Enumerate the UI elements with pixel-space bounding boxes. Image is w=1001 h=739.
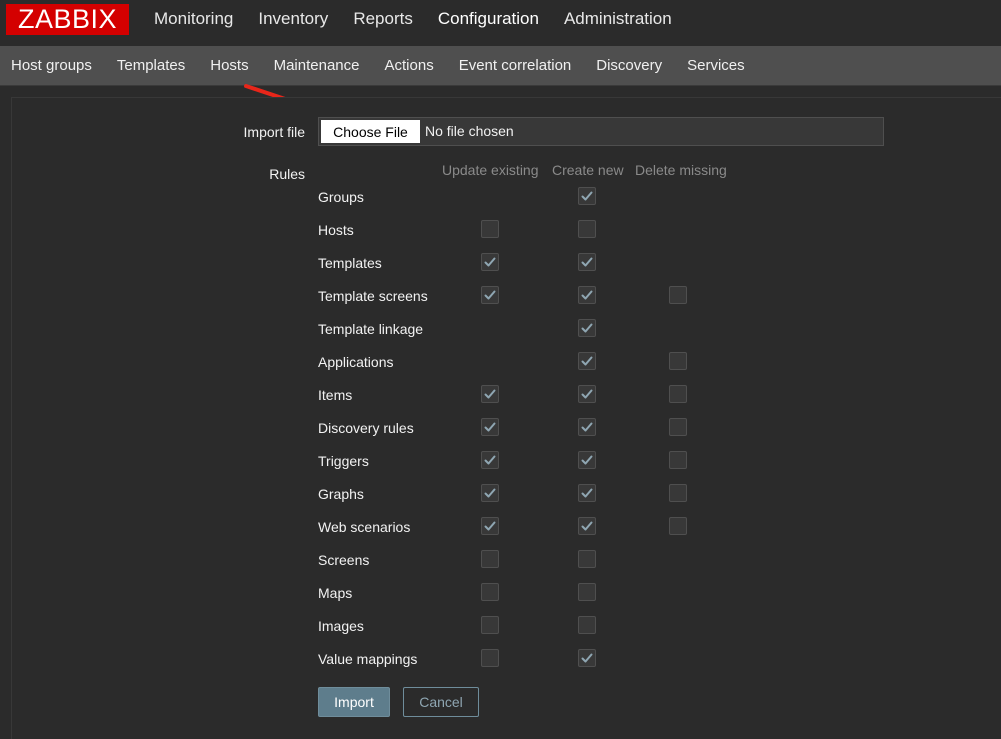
- menu-monitoring[interactable]: Monitoring: [154, 0, 233, 40]
- menu-reports[interactable]: Reports: [353, 0, 413, 40]
- update-checkbox-graphs[interactable]: [481, 484, 499, 502]
- update-checkbox-items[interactable]: [481, 385, 499, 403]
- submenu-event-correlation[interactable]: Event correlation: [459, 46, 572, 85]
- menu-administration[interactable]: Administration: [564, 0, 672, 40]
- check-icon: [581, 356, 593, 366]
- create-checkbox-maps[interactable]: [578, 583, 596, 601]
- create-checkbox-groups[interactable]: [578, 187, 596, 205]
- rule-name-template-screens: Template screens: [318, 288, 428, 304]
- column-create-new: Create new: [552, 162, 624, 178]
- submenu-templates[interactable]: Templates: [117, 46, 185, 85]
- delete-checkbox-graphs[interactable]: [669, 484, 687, 502]
- check-icon: [581, 389, 593, 399]
- update-checkbox-triggers[interactable]: [481, 451, 499, 469]
- delete-checkbox-triggers[interactable]: [669, 451, 687, 469]
- rule-name-value-mappings: Value mappings: [318, 651, 418, 667]
- rule-name-applications: Applications: [318, 354, 394, 370]
- zabbix-logo[interactable]: ZABBIX: [6, 4, 129, 35]
- create-checkbox-discovery-rules[interactable]: [578, 418, 596, 436]
- create-checkbox-template-linkage[interactable]: [578, 319, 596, 337]
- delete-checkbox-web-scenarios[interactable]: [669, 517, 687, 535]
- rule-name-template-linkage: Template linkage: [318, 321, 424, 337]
- cancel-button[interactable]: Cancel: [403, 687, 479, 717]
- check-icon: [484, 422, 496, 432]
- rule-name-graphs: Graphs: [318, 486, 364, 502]
- submenu-services[interactable]: Services: [687, 46, 745, 85]
- delete-checkbox-template-screens[interactable]: [669, 286, 687, 304]
- create-checkbox-graphs[interactable]: [578, 484, 596, 502]
- create-checkbox-web-scenarios[interactable]: [578, 517, 596, 535]
- create-checkbox-items[interactable]: [578, 385, 596, 403]
- check-icon: [484, 290, 496, 300]
- create-checkbox-hosts[interactable]: [578, 220, 596, 238]
- main-menu: Monitoring Inventory Reports Configurati…: [154, 0, 697, 40]
- column-delete-missing: Delete missing: [635, 162, 727, 178]
- delete-checkbox-applications[interactable]: [669, 352, 687, 370]
- rule-name-web-scenarios: Web scenarios: [318, 519, 411, 535]
- configuration-submenu: Host groups Templates Hosts Maintenance …: [11, 46, 770, 85]
- delete-checkbox-items[interactable]: [669, 385, 687, 403]
- import-file-input[interactable]: Choose File No file chosen: [318, 117, 884, 146]
- import-form-panel: [11, 97, 1001, 739]
- create-checkbox-images[interactable]: [578, 616, 596, 634]
- choose-file-button[interactable]: Choose File: [321, 120, 420, 143]
- check-icon: [581, 422, 593, 432]
- update-checkbox-template-screens[interactable]: [481, 286, 499, 304]
- rule-name-maps: Maps: [318, 585, 353, 601]
- check-icon: [484, 488, 496, 498]
- rule-name-hosts: Hosts: [318, 222, 354, 238]
- import-file-label: Import file: [243, 124, 305, 140]
- check-icon: [484, 389, 496, 399]
- create-checkbox-applications[interactable]: [578, 352, 596, 370]
- top-navigation-bar: ZABBIX Monitoring Inventory Reports Conf…: [0, 0, 1001, 46]
- check-icon: [581, 488, 593, 498]
- create-checkbox-triggers[interactable]: [578, 451, 596, 469]
- rule-name-screens: Screens: [318, 552, 370, 568]
- sub-navigation-bar: Host groups Templates Hosts Maintenance …: [0, 46, 1001, 86]
- check-icon: [581, 653, 593, 663]
- column-update-existing: Update existing: [442, 162, 539, 178]
- file-status-text: No file chosen: [425, 123, 514, 139]
- import-button[interactable]: Import: [318, 687, 390, 717]
- update-checkbox-discovery-rules[interactable]: [481, 418, 499, 436]
- create-checkbox-value-mappings[interactable]: [578, 649, 596, 667]
- update-checkbox-value-mappings[interactable]: [481, 649, 499, 667]
- delete-checkbox-discovery-rules[interactable]: [669, 418, 687, 436]
- update-checkbox-maps[interactable]: [481, 583, 499, 601]
- update-checkbox-hosts[interactable]: [481, 220, 499, 238]
- update-checkbox-screens[interactable]: [481, 550, 499, 568]
- create-checkbox-templates[interactable]: [578, 253, 596, 271]
- check-icon: [581, 455, 593, 465]
- check-icon: [581, 521, 593, 531]
- rule-name-discovery-rules: Discovery rules: [318, 420, 414, 436]
- check-icon: [581, 257, 593, 267]
- check-icon: [484, 455, 496, 465]
- check-icon: [581, 323, 593, 333]
- rule-name-templates: Templates: [318, 255, 382, 271]
- create-checkbox-template-screens[interactable]: [578, 286, 596, 304]
- menu-inventory[interactable]: Inventory: [258, 0, 328, 40]
- rule-name-triggers: Triggers: [318, 453, 369, 469]
- submenu-discovery[interactable]: Discovery: [596, 46, 662, 85]
- submenu-actions[interactable]: Actions: [385, 46, 434, 85]
- update-checkbox-web-scenarios[interactable]: [481, 517, 499, 535]
- submenu-host-groups[interactable]: Host groups: [11, 46, 92, 85]
- rule-name-groups: Groups: [318, 189, 364, 205]
- rule-name-images: Images: [318, 618, 364, 634]
- check-icon: [484, 257, 496, 267]
- rule-name-items: Items: [318, 387, 353, 403]
- menu-configuration[interactable]: Configuration: [438, 0, 539, 40]
- update-checkbox-images[interactable]: [481, 616, 499, 634]
- create-checkbox-screens[interactable]: [578, 550, 596, 568]
- update-checkbox-templates[interactable]: [481, 253, 499, 271]
- check-icon: [484, 521, 496, 531]
- check-icon: [581, 191, 593, 201]
- check-icon: [581, 290, 593, 300]
- rules-label: Rules: [269, 166, 305, 182]
